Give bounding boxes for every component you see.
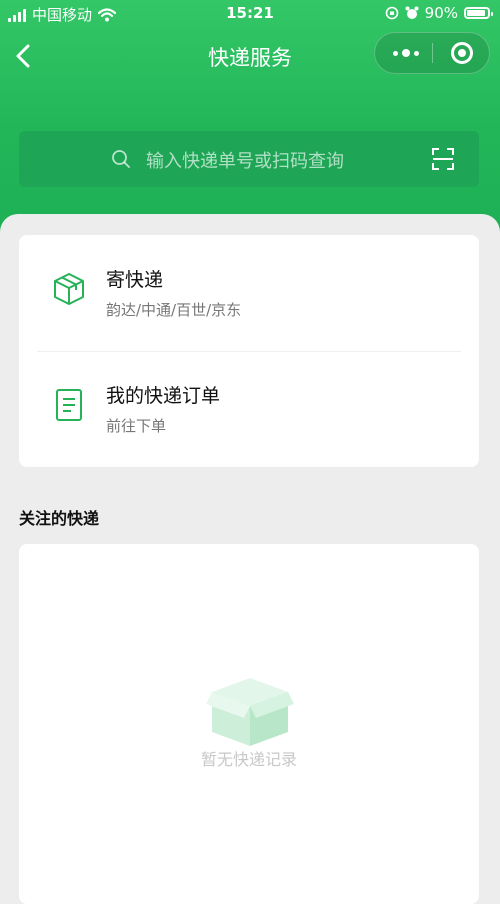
service-subtitle: 前往下单 [106, 417, 167, 435]
navigation-bar: 快递服务 [0, 28, 500, 84]
search-bar[interactable]: 输入快递单号或扫码查询 [19, 131, 479, 187]
mini-program-capsule [374, 32, 490, 74]
service-title: 寄快递 [106, 269, 164, 291]
my-orders-row[interactable]: 我的快递订单 前往下单 [19, 351, 479, 467]
status-bar: 中国移动 15:21 90% [0, 0, 500, 28]
target-circle-icon[interactable] [451, 42, 473, 64]
search-placeholder: 输入快递单号或扫码查询 [146, 151, 344, 172]
scan-icon[interactable] [431, 147, 455, 171]
orientation-lock-icon [385, 6, 398, 20]
empty-box-icon [206, 678, 294, 746]
battery-percentage: 90% [424, 4, 458, 22]
more-dots-icon[interactable] [391, 43, 421, 63]
service-title: 我的快递订单 [106, 385, 221, 407]
service-subtitle: 韵达/中通/百世/京东 [106, 301, 242, 319]
document-list-icon [56, 389, 82, 421]
battery-icon [464, 7, 493, 19]
magnifier-icon [112, 150, 130, 168]
send-express-row[interactable]: 寄快递 韵达/中通/百世/京东 [19, 235, 479, 351]
empty-state-text: 暂无快递记录 [200, 750, 297, 769]
followed-express-card: 暂无快递记录 [19, 544, 479, 904]
alarm-icon [405, 6, 419, 19]
package-box-icon [54, 273, 84, 305]
section-title: 关注的快递 [19, 509, 100, 528]
services-card: 寄快递 韵达/中通/百世/京东 我的快递订单 前往下单 [19, 235, 479, 467]
capsule-divider [432, 43, 433, 63]
